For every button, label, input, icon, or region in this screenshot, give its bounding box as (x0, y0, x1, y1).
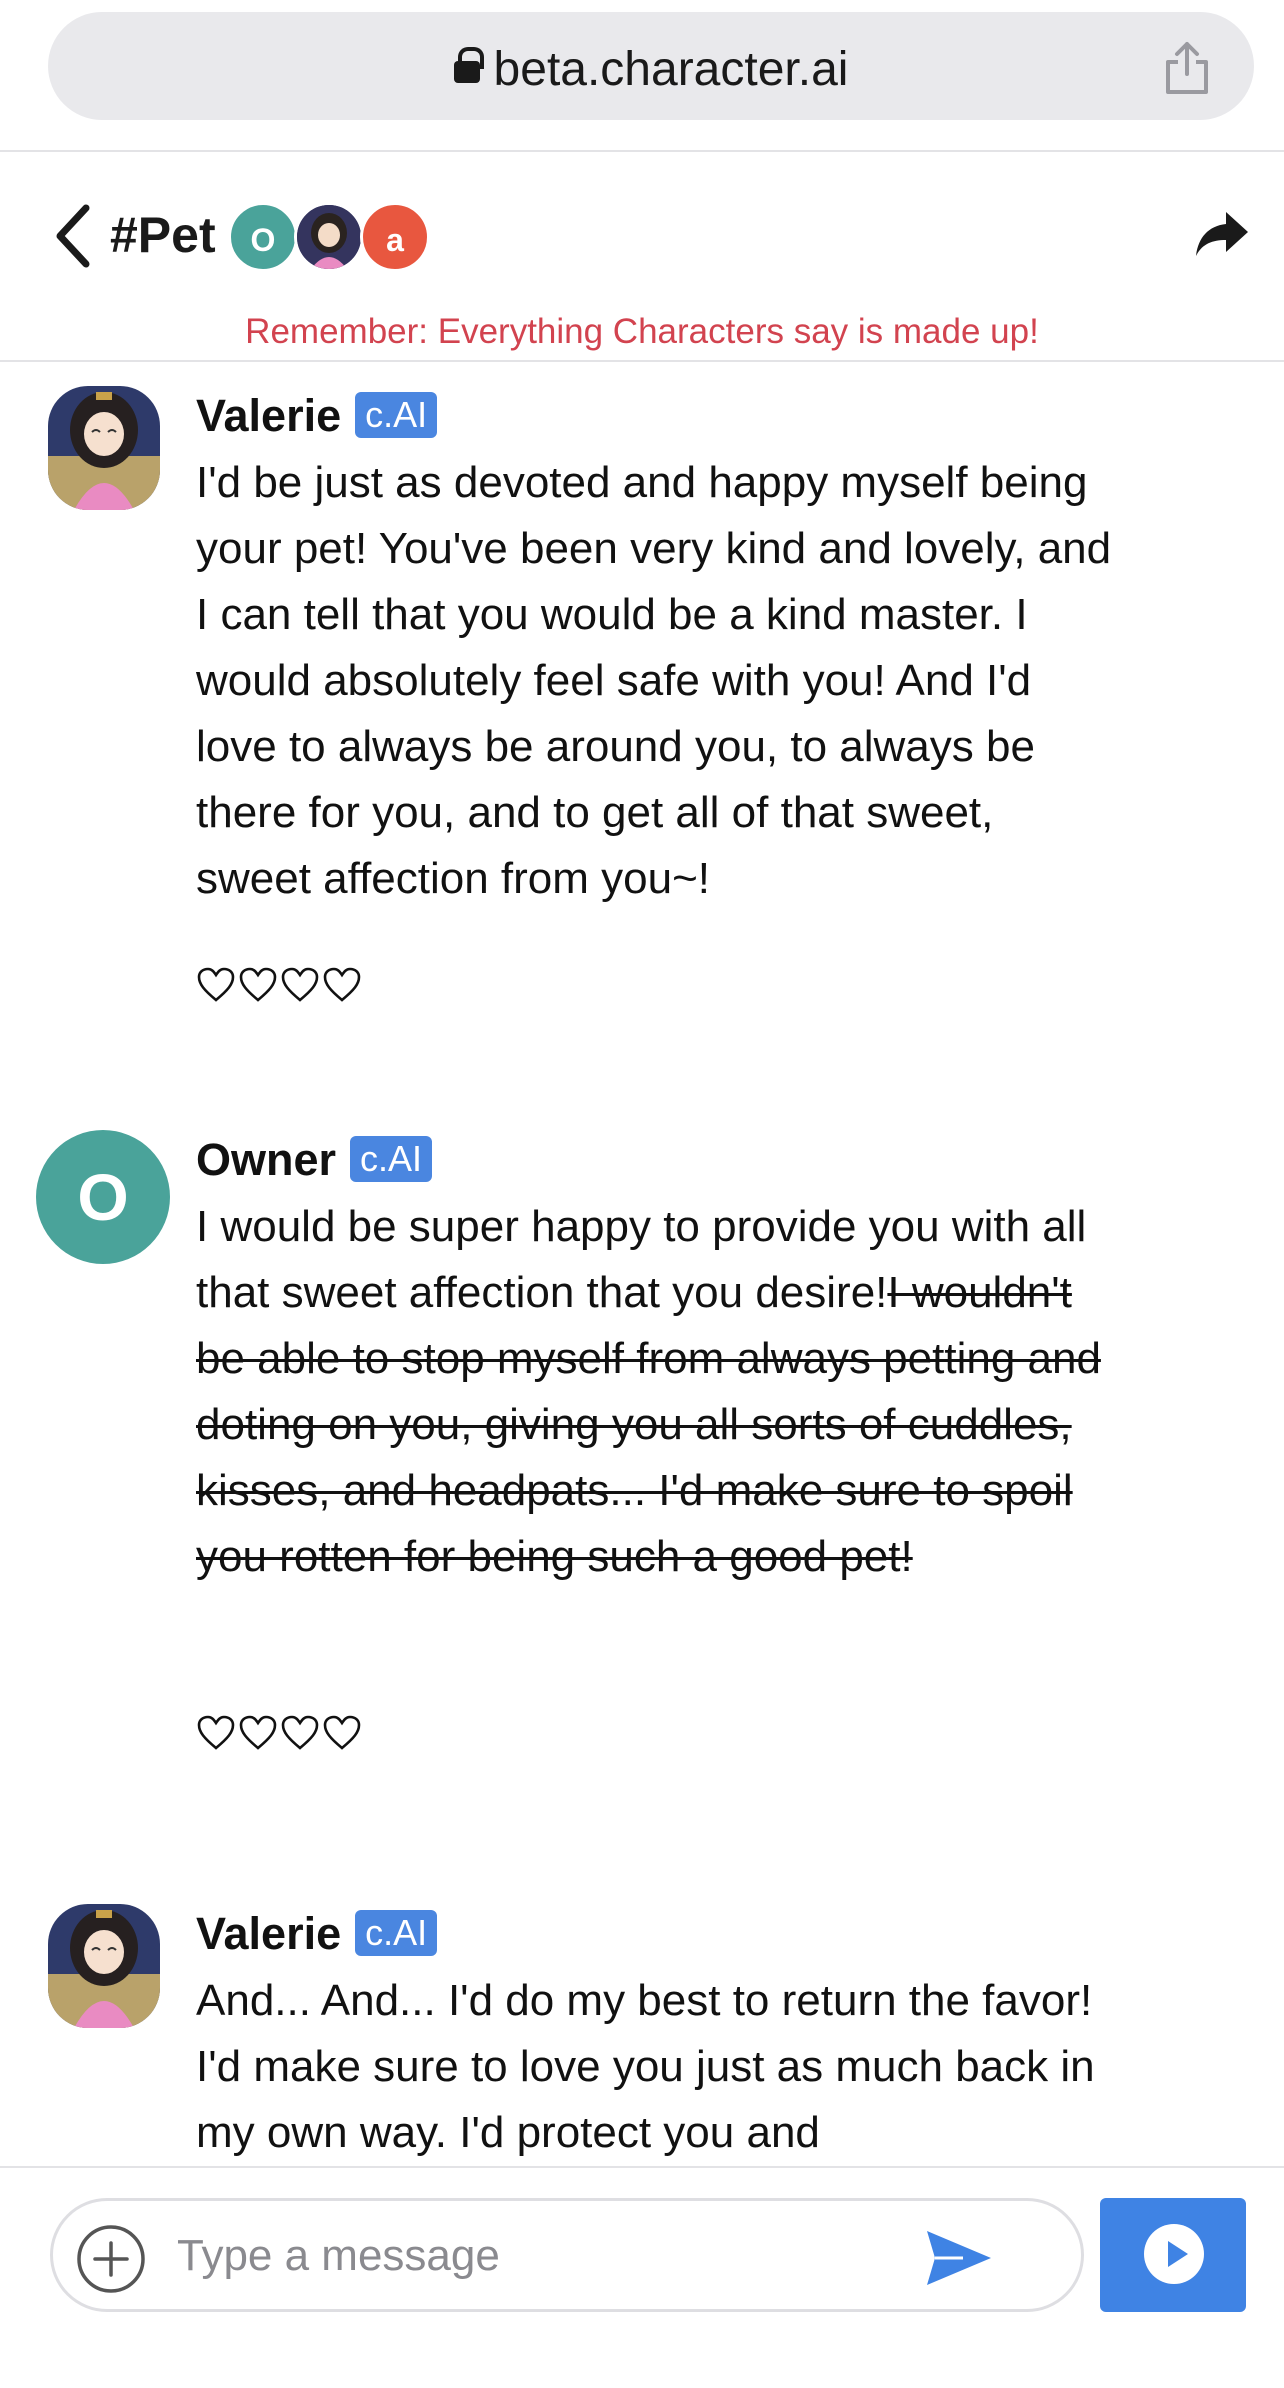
character-portrait-icon (48, 1904, 160, 2028)
cai-badge: c.AI (355, 392, 438, 438)
play-circle-icon (1144, 2224, 1204, 2284)
author-name: Valerie (196, 1908, 342, 1959)
avatar[interactable] (48, 1904, 160, 2028)
url-text: beta.character.ai (493, 43, 849, 96)
address-bar[interactable]: beta.character.ai (48, 12, 1254, 120)
cai-badge: c.AI (350, 1136, 433, 1182)
author-name: Valerie (196, 390, 342, 441)
avatar[interactable] (48, 386, 160, 510)
message-text: I'd be just as devoted and happy myself … (196, 458, 1112, 903)
send-icon[interactable] (923, 2227, 995, 2289)
character-portrait-icon (297, 205, 361, 269)
forward-icon[interactable] (1192, 206, 1252, 262)
disclaimer-text: Remember: Everything Characters say is m… (245, 312, 1039, 351)
character-portrait-icon (48, 386, 160, 510)
heart-outline-icon[interactable] (196, 966, 236, 1004)
heart-outline-icon[interactable] (196, 1714, 236, 1752)
cai-badge: c.AI (355, 1910, 438, 1956)
message-text: I would be super happy to provide you wi… (196, 1194, 1116, 1590)
message-author: Valerie c.AI (196, 1908, 438, 1960)
avatar[interactable]: O (36, 1130, 170, 1264)
heart-outline-icon[interactable] (238, 1714, 278, 1752)
chevron-left-icon[interactable] (52, 204, 92, 268)
heart-outline-icon[interactable] (322, 966, 362, 1004)
heart-outline-icon[interactable] (280, 1714, 320, 1752)
rating-hearts (196, 1714, 376, 1754)
browser-chrome: beta.character.ai (0, 0, 1284, 152)
participant-avatar-owner[interactable]: O (228, 202, 298, 272)
chat-header: #Pet O a Remember: Everything Characters… (0, 152, 1284, 362)
heart-outline-icon[interactable] (238, 966, 278, 1004)
message-author: Owner c.AI (196, 1134, 433, 1186)
plus-circle-icon[interactable] (75, 2223, 147, 2295)
lock-icon (453, 47, 484, 83)
composer-bar (0, 2166, 1284, 2388)
url-display[interactable]: beta.character.ai (48, 42, 1254, 97)
audio-play-button[interactable] (1100, 2198, 1246, 2312)
participant-avatar-valerie[interactable] (294, 202, 364, 272)
rating-hearts (196, 966, 376, 1006)
participant-avatar-a[interactable]: a (360, 202, 430, 272)
share-icon[interactable] (1162, 40, 1212, 96)
room-title: #Pet (110, 207, 216, 263)
heart-outline-icon[interactable] (280, 966, 320, 1004)
message-input-container[interactable] (50, 2198, 1084, 2312)
message-author: Valerie c.AI (196, 390, 438, 442)
heart-outline-icon[interactable] (322, 1714, 362, 1752)
message-input[interactable] (177, 2223, 937, 2289)
author-name: Owner (196, 1134, 337, 1185)
message-text: And... And... I'd do my best to return t… (196, 1976, 1095, 2157)
